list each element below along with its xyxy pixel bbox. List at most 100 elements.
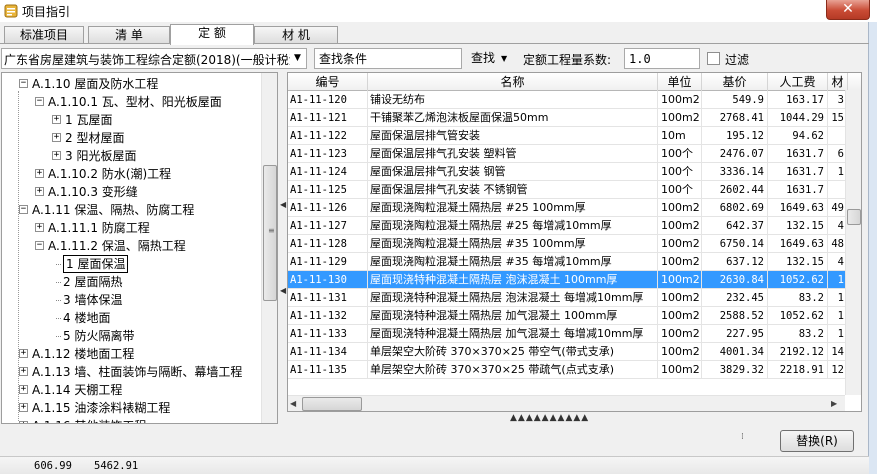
- window-frame: [869, 22, 877, 474]
- filter-checkbox[interactable]: [707, 52, 720, 65]
- replace-button[interactable]: 替换(R): [780, 430, 854, 452]
- table-row[interactable]: A1-11-130 屋面现浇特种混凝土隔热层 泡沫混凝土 100mm厚 100m2 2…: [288, 271, 861, 289]
- column-header-name[interactable]: 名称: [368, 73, 658, 91]
- tree-node[interactable]: 1 屋面保温: [2, 255, 260, 273]
- resize-grip-icon[interactable]: ⁞: [741, 432, 744, 442]
- quota-library-select[interactable]: 广东省房屋建筑与装饰工程综合定额(2018)(一般计税法) ▼: [1, 48, 307, 69]
- table-row[interactable]: A1-11-131 屋面现浇特种混凝土隔热层 泡沫混凝土 每增减10mm厚 100m…: [288, 289, 861, 307]
- tree-node[interactable]: + A.1.14 天棚工程: [2, 381, 260, 399]
- table-row[interactable]: A1-11-129 屋面现浇陶粒混凝土隔热层 #35 每增减10mm厚 100m2 6…: [288, 253, 861, 271]
- grid-hscroll-thumb[interactable]: [302, 397, 362, 411]
- expand-icon[interactable]: +: [19, 349, 28, 358]
- cell-labor: 1052.62: [768, 307, 828, 325]
- tree-node[interactable]: 3 墙体保温: [2, 291, 260, 309]
- cell-name: 屋面现浇特种混凝土隔热层 泡沫混凝土 每增减10mm厚: [368, 289, 658, 307]
- table-row[interactable]: A1-11-124 屋面保温层排气孔安装 钢管 100个 3336.14 1631.7 1: [288, 163, 861, 181]
- close-button[interactable]: ✕: [826, 0, 870, 20]
- tree-scroll-thumb[interactable]: ≡: [263, 165, 277, 301]
- chevron-down-icon[interactable]: ▼: [290, 50, 305, 67]
- tree-node[interactable]: + A.1.12 楼地面工程: [2, 345, 260, 363]
- cell-unit: 100m2: [658, 235, 702, 253]
- tree-node[interactable]: +1 瓦屋面: [2, 111, 260, 129]
- grid-vscroll-thumb[interactable]: [847, 209, 861, 225]
- cell-unit: 100个: [658, 181, 702, 199]
- cell-unit: 10m: [658, 127, 702, 145]
- expand-icon[interactable]: +: [19, 403, 28, 412]
- search-button[interactable]: 查找 ▼: [471, 49, 507, 69]
- tree-node[interactable]: + A.1.13 墙、柱面装饰与隔断、幕墙工程: [2, 363, 260, 381]
- table-row[interactable]: A1-11-128 屋面现浇陶粒混凝土隔热层 #35 100mm厚 100m2 675…: [288, 235, 861, 253]
- table-row[interactable]: A1-11-135 单层架空大阶砖 370×370×25 带疏气(点式支承) 100…: [288, 361, 861, 379]
- tree-vertical-scrollbar[interactable]: ≡: [261, 73, 277, 423]
- table-row[interactable]: A1-11-123 屋面保温层排气孔安装 塑料管 100个 2476.07 1631.7…: [288, 145, 861, 163]
- cell-base-price: 2602.44: [702, 181, 768, 199]
- collapse-icon[interactable]: −: [35, 241, 44, 250]
- tree-node[interactable]: 2 屋面隔热: [2, 273, 260, 291]
- table-row[interactable]: A1-11-132 屋面现浇特种混凝土隔热层 加气混凝土 100mm厚 100m2 2…: [288, 307, 861, 325]
- expand-icon[interactable]: +: [35, 187, 44, 196]
- expand-icon[interactable]: +: [35, 223, 44, 232]
- expand-icon[interactable]: +: [52, 151, 61, 160]
- tree-node[interactable]: − A.1.11.2 保温、隔热工程: [2, 237, 260, 255]
- horizontal-splitter-grip-icon[interactable]: ▲▲▲▲▲▲▲▲▲▲: [510, 413, 589, 423]
- table-row[interactable]: A1-11-125 屋面保温层排气孔安装 不锈钢管 100个 2602.44 1631.…: [288, 181, 861, 199]
- column-header-base-price[interactable]: 基价: [702, 73, 768, 91]
- tree-node[interactable]: 5 防火隔离带: [2, 327, 260, 345]
- scroll-right-icon[interactable]: ▶: [831, 399, 837, 408]
- tree-node[interactable]: + A.1.16 其他装饰工程: [2, 417, 260, 423]
- collapse-left-icon[interactable]: ◀: [280, 200, 286, 209]
- expand-icon[interactable]: +: [35, 169, 44, 178]
- grid-horizontal-scrollbar[interactable]: ◀ ▶: [288, 395, 845, 411]
- cell-code: A1-11-132: [288, 307, 368, 325]
- collapse-icon[interactable]: −: [19, 205, 28, 214]
- collapse-icon[interactable]: −: [35, 97, 44, 106]
- table-row[interactable]: A1-11-126 屋面现浇陶粒混凝土隔热层 #25 100mm厚 100m2 680…: [288, 199, 861, 217]
- table-row[interactable]: A1-11-120 铺设无纺布 100m2 549.9 163.17 3: [288, 91, 861, 109]
- panel-splitter[interactable]: [279, 72, 286, 424]
- tree-node[interactable]: + A.1.15 油漆涂料裱糊工程: [2, 399, 260, 417]
- column-header-labor[interactable]: 人工费: [768, 73, 828, 91]
- tab-bill[interactable]: 清 单: [88, 26, 170, 44]
- tree-node[interactable]: − A.1.10.1 瓦、型材、阳光板屋面: [2, 93, 260, 111]
- table-row[interactable]: A1-11-134 单层架空大阶砖 370×370×25 带空气(带式支承) 100…: [288, 343, 861, 361]
- table-row[interactable]: A1-11-121 干铺聚苯乙烯泡沫板屋面保温50mm 100m2 2768.41 10…: [288, 109, 861, 127]
- collapse-left-icon[interactable]: ◀: [280, 286, 286, 295]
- scroll-left-icon[interactable]: ◀: [290, 399, 296, 408]
- tree-node[interactable]: + A.1.10.2 防水(潮)工程: [2, 165, 260, 183]
- search-button-label: 查找: [471, 51, 496, 65]
- expand-icon[interactable]: +: [19, 421, 28, 423]
- column-header-material[interactable]: 材: [828, 73, 848, 91]
- tab-standard-items[interactable]: 标准项目: [4, 26, 84, 44]
- tree-node[interactable]: +2 型材屋面: [2, 129, 260, 147]
- tab-quota[interactable]: 定 额: [170, 24, 254, 45]
- tree-node-label: A.1.15 油漆涂料裱糊工程: [32, 401, 171, 415]
- expand-icon[interactable]: +: [52, 115, 61, 124]
- tree-node[interactable]: − A.1.10 屋面及防水工程: [2, 75, 260, 93]
- tree-node[interactable]: 4 楼地面: [2, 309, 260, 327]
- tree-node[interactable]: − A.1.11 保温、隔热、防腐工程: [2, 201, 260, 219]
- tree-node[interactable]: +3 阳光板屋面: [2, 147, 260, 165]
- table-row[interactable]: A1-11-122 屋面保温层排气管安装 10m 195.12 94.62: [288, 127, 861, 145]
- cell-unit: 100m2: [658, 253, 702, 271]
- column-header-code[interactable]: 编号: [288, 73, 368, 91]
- cell-code: A1-11-120: [288, 91, 368, 109]
- cell-base-price: 3336.14: [702, 163, 768, 181]
- expand-icon[interactable]: +: [52, 133, 61, 142]
- collapse-icon[interactable]: −: [19, 79, 28, 88]
- coefficient-input[interactable]: [624, 48, 700, 69]
- window-title: 项目指引: [22, 5, 71, 19]
- expand-icon[interactable]: +: [19, 367, 28, 376]
- cell-code: A1-11-131: [288, 289, 368, 307]
- cell-base-price: 195.12: [702, 127, 768, 145]
- cell-unit: 100个: [658, 163, 702, 181]
- search-input[interactable]: [314, 48, 462, 69]
- tree-node[interactable]: + A.1.11.1 防腐工程: [2, 219, 260, 237]
- chapter-tree[interactable]: − A.1.10 屋面及防水工程 − A.1.10.1 瓦、型材、阳光板屋面 +1 瓦屋…: [1, 72, 278, 424]
- grid-vertical-scrollbar[interactable]: [845, 90, 861, 395]
- tab-materials[interactable]: 材 机: [254, 26, 338, 44]
- table-row[interactable]: A1-11-133 屋面现浇特种混凝土隔热层 加气混凝土 每增减10mm厚 100m…: [288, 325, 861, 343]
- tree-node[interactable]: + A.1.10.3 变形缝: [2, 183, 260, 201]
- column-header-unit[interactable]: 单位: [658, 73, 702, 91]
- table-row[interactable]: A1-11-127 屋面现浇陶粒混凝土隔热层 #25 每增减10mm厚 100m2 6…: [288, 217, 861, 235]
- expand-icon[interactable]: +: [19, 385, 28, 394]
